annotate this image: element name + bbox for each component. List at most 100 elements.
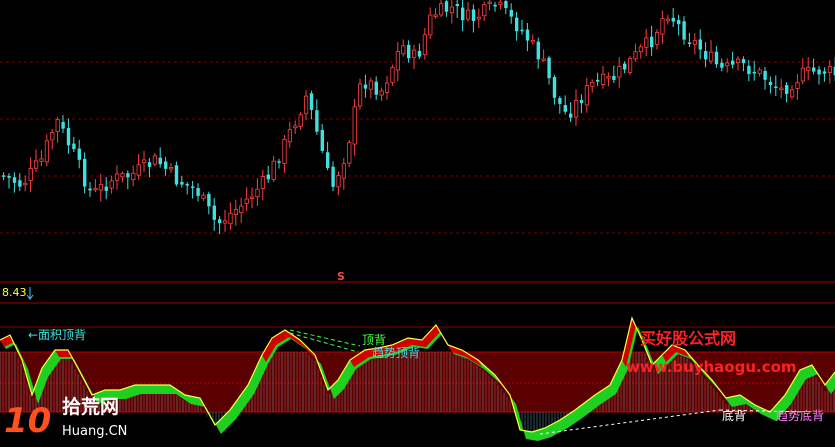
candle-body (579, 100, 584, 104)
candle-body (623, 63, 627, 70)
candle-body (39, 158, 44, 162)
candle-body (633, 51, 638, 60)
candle-body (266, 174, 270, 180)
candle-body (720, 62, 724, 68)
candle-body (785, 85, 789, 94)
logo-cn-text: 拾荒网 (62, 395, 119, 418)
trend-bottom-divergence-label: 趋势底背 (776, 408, 824, 423)
candle-body (747, 65, 751, 75)
logo-number: 10 (4, 401, 51, 441)
watermark-site-name: 买好股公式网 (640, 329, 736, 348)
candle-body (298, 114, 303, 127)
candle-body (131, 172, 136, 180)
candle-body (476, 16, 482, 20)
candle-body (174, 165, 179, 185)
candle-body (401, 45, 406, 55)
top-divergence-label: 顶背 (362, 333, 386, 347)
candle-body (347, 142, 352, 164)
candle-body (547, 57, 551, 79)
candle-body (282, 138, 287, 164)
candle-body (395, 51, 401, 71)
candle-body (212, 205, 216, 220)
chart-canvas[interactable]: 8.43 S ←面积顶背 顶背 趋势顶背 底背 趋势底背 买好股公式网 www.… (0, 0, 835, 443)
candle-body (23, 182, 28, 186)
candle-body (827, 66, 833, 73)
candle-body (800, 67, 806, 82)
candle-body (315, 110, 319, 132)
candle-body (671, 17, 675, 22)
candle-body (725, 62, 730, 67)
candle-body (417, 50, 422, 57)
candle-body (83, 158, 87, 187)
candle-body (352, 106, 357, 145)
candle-body (422, 34, 428, 55)
candle-body (638, 46, 644, 53)
candle-body (185, 184, 189, 186)
candle-body (482, 4, 487, 17)
candle-body (471, 9, 476, 22)
candle-body (687, 42, 692, 45)
candle-body (255, 188, 260, 198)
candle-body (88, 188, 92, 191)
candle-body (449, 6, 455, 14)
candle-body (293, 125, 298, 129)
candle-body (731, 60, 735, 65)
candle-body (714, 51, 719, 65)
candle-body (374, 81, 378, 95)
candle-body (596, 79, 600, 82)
candle-body (384, 82, 390, 93)
candle-body (698, 39, 702, 50)
candle-body (147, 162, 152, 167)
candle-body (66, 128, 71, 146)
candle-body (34, 160, 39, 169)
candle-body (357, 83, 363, 107)
candle-body (709, 51, 714, 62)
price-grid (0, 61, 835, 234)
candle-body (541, 58, 546, 61)
candle-body (493, 4, 497, 7)
candle-body (704, 51, 708, 60)
bottom-divergence-label: 底背 (722, 408, 746, 423)
candle-body (320, 130, 324, 151)
candle-body (822, 71, 827, 74)
candle-body (736, 58, 741, 64)
candle-body (390, 67, 395, 83)
candle-body (487, 1, 492, 5)
candle-body (665, 18, 671, 22)
candle-body (260, 176, 266, 189)
candle-body (677, 20, 681, 25)
candle-body (218, 219, 222, 224)
candle-body (741, 59, 746, 64)
candle-body (617, 66, 622, 78)
trend-top-divergence-label: 趋势顶背 (372, 346, 420, 360)
candle-body (222, 220, 228, 224)
candle-body (552, 77, 557, 98)
candle-body (650, 36, 654, 48)
low-price-label: 8.43 (2, 286, 27, 299)
candle-body (158, 157, 162, 165)
candle-body (28, 168, 33, 181)
candle-body (682, 21, 686, 40)
candle-body (109, 180, 114, 189)
candle-body (692, 40, 698, 45)
candle-body (569, 113, 573, 118)
candle-body (233, 209, 238, 215)
candle-body (98, 184, 103, 191)
candle-body (768, 81, 773, 86)
candle-body (455, 4, 459, 7)
candle-body (239, 205, 244, 213)
candle-body (558, 98, 562, 104)
candle-body (752, 71, 756, 74)
candle-body (126, 173, 130, 178)
candlestick-series[interactable] (2, 0, 835, 235)
candle-body (120, 173, 125, 178)
candle-body (601, 73, 606, 85)
candle-body (309, 93, 314, 110)
candle-body (336, 175, 341, 188)
candle-body (655, 32, 660, 45)
candle-body (795, 82, 800, 89)
candle-body (461, 7, 465, 21)
candle-body (590, 81, 595, 87)
candle-body (277, 161, 281, 163)
candle-body (509, 9, 513, 17)
